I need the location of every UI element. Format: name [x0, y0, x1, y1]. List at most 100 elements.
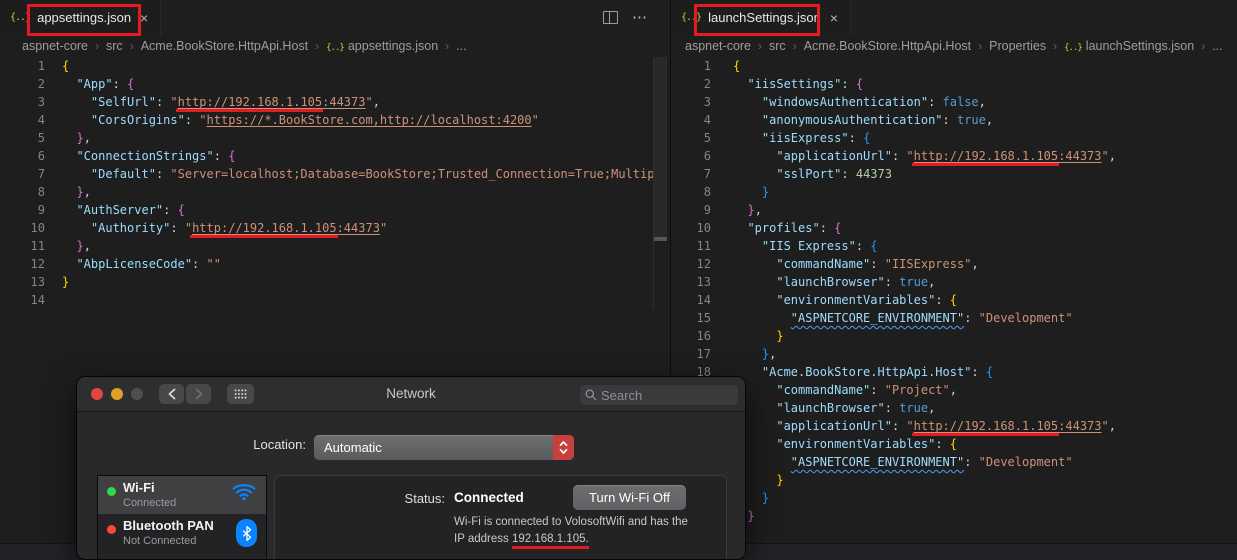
- window-titlebar[interactable]: Network Search: [77, 377, 745, 412]
- code-line[interactable]: {: [733, 57, 1235, 75]
- breadcrumb-item[interactable]: ...: [1212, 39, 1222, 53]
- code-line[interactable]: "ASPNETCORE_ENVIRONMENT": "Development": [733, 453, 1235, 471]
- more-actions-icon[interactable]: ⋯: [632, 10, 648, 25]
- line-number: 6: [703, 149, 711, 163]
- code-line[interactable]: "ConnectionStrings": {: [62, 147, 653, 165]
- tab-appsettings-json[interactable]: {..} appsettings.json ×: [0, 0, 162, 35]
- code-line[interactable]: "launchBrowser": true,: [733, 399, 1235, 417]
- line-number: 11: [30, 239, 45, 253]
- line-numbers: 1 2 3 4 5 6 7 8 9 10 11 12 13 14: [0, 57, 45, 309]
- breadcrumb-item[interactable]: {..} launchSettings.json: [1064, 39, 1194, 53]
- code-line[interactable]: },: [62, 129, 653, 147]
- tab-bar-left: {..} appsettings.json × ⋯: [0, 0, 670, 36]
- editor-pane-launchsettings: {..} launchSettings.json × aspnet-core › s…: [671, 0, 1237, 560]
- breadcrumb-separator: ›: [1201, 39, 1206, 53]
- code-area-launchsettings[interactable]: { "iisSettings": { "windowsAuthenticatio…: [733, 57, 1235, 525]
- split-editor-icon[interactable]: [603, 11, 618, 24]
- service-name: Bluetooth PAN: [123, 518, 214, 533]
- code-line[interactable]: {: [62, 57, 653, 75]
- code-line[interactable]: "windowsAuthentication": false,: [733, 93, 1235, 111]
- code-line[interactable]: "iisExpress": {: [733, 129, 1235, 147]
- location-dropdown[interactable]: Automatic: [314, 435, 574, 460]
- dropdown-stepper-icon: [553, 435, 574, 460]
- breadcrumb-item[interactable]: {..} appsettings.json: [326, 39, 438, 53]
- breadcrumb-item[interactable]: src: [106, 39, 123, 53]
- close-window-icon[interactable]: [91, 388, 103, 400]
- code-line[interactable]: "iisSettings": {: [733, 75, 1235, 93]
- code-line[interactable]: "environmentVariables": {: [733, 291, 1235, 309]
- editor-actions-left: ⋯: [603, 0, 648, 35]
- breadcrumb-item[interactable]: Acme.BookStore.HttpApi.Host: [141, 39, 308, 53]
- tab-launchsettings-json[interactable]: {..} launchSettings.json ×: [671, 0, 852, 35]
- breadcrumb-item[interactable]: aspnet-core: [685, 39, 751, 53]
- line-number: 9: [37, 203, 45, 217]
- code-line[interactable]: "CorsOrigins": "https://*.BookStore.com,…: [62, 111, 653, 129]
- code-line[interactable]: "commandName": "IISExpress",: [733, 255, 1235, 273]
- code-line[interactable]: "SelfUrl": "http://192.168.1.105:44373",: [62, 93, 653, 111]
- ip-address-annotated: 192.168.1.105.: [511, 533, 589, 549]
- line-number: 9: [703, 203, 711, 217]
- code-line[interactable]: "Default": "Server=localhost;Database=Bo…: [62, 165, 653, 183]
- code-line[interactable]: }: [733, 471, 1235, 489]
- status-value: Connected: [454, 490, 524, 505]
- code-line[interactable]: },: [62, 237, 653, 255]
- breadcrumb-item[interactable]: src: [769, 39, 786, 53]
- scrollbar-thumb[interactable]: [654, 57, 667, 237]
- forward-button[interactable]: [186, 384, 211, 404]
- code-line[interactable]: "launchBrowser": true,: [733, 273, 1235, 291]
- code-line[interactable]: "App": {: [62, 75, 653, 93]
- search-placeholder: Search: [601, 387, 643, 403]
- breadcrumb-item[interactable]: aspnet-core: [22, 39, 88, 53]
- wifi-icon: [231, 481, 257, 506]
- code-line[interactable]: "commandName": "Project",: [733, 381, 1235, 399]
- code-line[interactable]: }: [733, 327, 1235, 345]
- code-line[interactable]: }: [733, 183, 1235, 201]
- code-line[interactable]: }: [733, 489, 1235, 507]
- line-number: 17: [696, 347, 711, 361]
- service-status: Connected: [123, 497, 177, 509]
- code-line[interactable]: "anonymousAuthentication": true,: [733, 111, 1235, 129]
- line-number: 8: [703, 185, 711, 199]
- back-button[interactable]: [159, 384, 184, 404]
- code-line[interactable]: "profiles": {: [733, 219, 1235, 237]
- code-line[interactable]: "AbpLicenseCode": "": [62, 255, 653, 273]
- code-line[interactable]: "applicationUrl": "http://192.168.1.105:…: [733, 417, 1235, 435]
- search-input[interactable]: Search: [579, 384, 739, 406]
- service-row-bluetooth-pan[interactable]: Bluetooth PAN Not Connected: [98, 514, 266, 559]
- code-area-appsettings[interactable]: { "App": { "SelfUrl": "http://192.168.1.…: [62, 57, 653, 309]
- breadcrumb-item[interactable]: Acme.BookStore.HttpApi.Host: [804, 39, 971, 53]
- code-line[interactable]: "environmentVariables": {: [733, 435, 1235, 453]
- line-number: 13: [696, 275, 711, 289]
- breadcrumb: aspnet-core › src › Acme.BookStore.HttpApi.H…: [671, 35, 1237, 57]
- service-name: Wi-Fi: [123, 480, 155, 495]
- code-line[interactable]: "applicationUrl": "http://192.168.1.105:…: [733, 147, 1235, 165]
- close-tab-icon[interactable]: ×: [140, 11, 148, 25]
- chevron-right-icon: [195, 388, 202, 400]
- code-line[interactable]: "sslPort": 44373: [733, 165, 1235, 183]
- breadcrumb-item[interactable]: ...: [456, 39, 466, 53]
- code-line[interactable]: },: [733, 345, 1235, 363]
- line-number: 7: [37, 167, 45, 181]
- code-line[interactable]: },: [733, 201, 1235, 219]
- service-row-wi-fi[interactable]: Wi-Fi Connected: [98, 476, 266, 514]
- turn-wifi-off-button[interactable]: Turn Wi-Fi Off: [573, 485, 686, 510]
- code-line[interactable]: "Acme.BookStore.HttpApi.Host": {: [733, 363, 1235, 381]
- breadcrumb-separator: ›: [792, 39, 797, 53]
- close-tab-icon[interactable]: ×: [830, 11, 838, 25]
- tab-label: appsettings.json: [37, 10, 132, 25]
- zoom-window-icon[interactable]: [131, 388, 143, 400]
- status-label: Status:: [404, 491, 445, 506]
- code-line[interactable]: "AuthServer": {: [62, 201, 653, 219]
- code-line[interactable]: }: [62, 273, 653, 291]
- code-line[interactable]: "ASPNETCORE_ENVIRONMENT": "Development": [733, 309, 1235, 327]
- code-line[interactable]: },: [62, 183, 653, 201]
- chevron-left-icon: [168, 388, 175, 400]
- code-line[interactable]: "Authority": "http://192.168.1.105:44373…: [62, 219, 653, 237]
- code-line[interactable]: }: [733, 507, 1235, 525]
- breadcrumb-separator: ›: [758, 39, 763, 53]
- code-line[interactable]: [62, 291, 653, 309]
- show-all-grid-icon[interactable]: [227, 384, 254, 404]
- minimize-window-icon[interactable]: [111, 388, 123, 400]
- breadcrumb-item[interactable]: Properties: [989, 39, 1046, 53]
- code-line[interactable]: "IIS Express": {: [733, 237, 1235, 255]
